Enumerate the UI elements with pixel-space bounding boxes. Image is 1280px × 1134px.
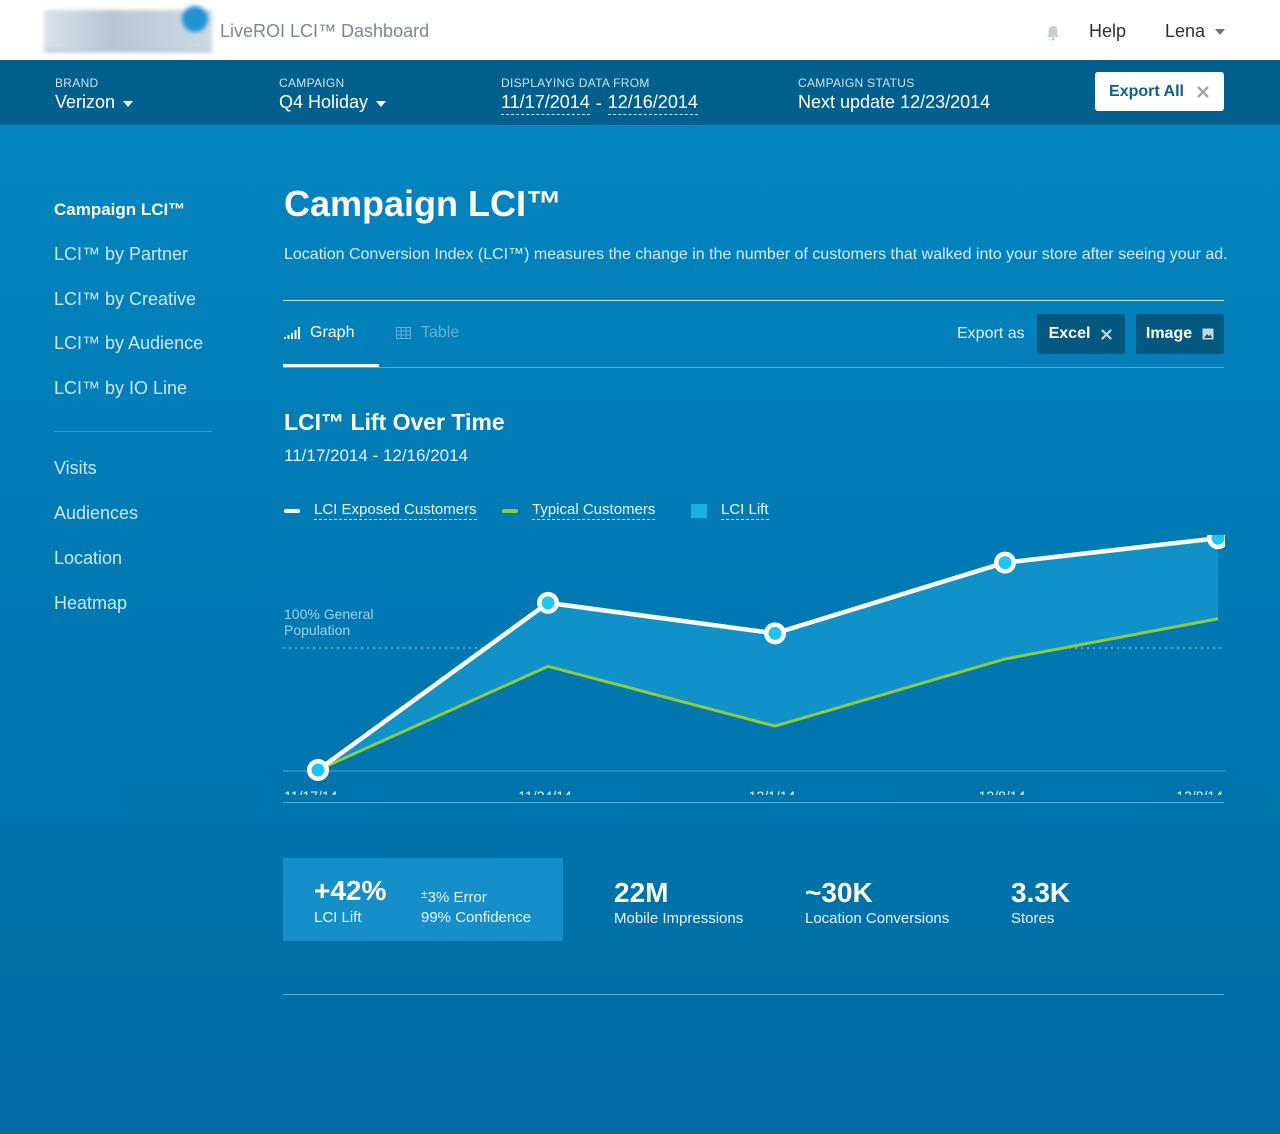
bell-icon[interactable] [1044,24,1062,42]
campaign-status-label: CAMPAIGN STATUS [798,76,915,90]
lift-chart: 100% GeneralPopulation 11/17/14 11/24/14 12… [283,535,1225,795]
lci-lift-stat: +42% LCI Lift ±3% Error 99% Confidence [283,858,563,941]
stores-value: 3.3K [1011,877,1071,908]
data-point [541,596,555,610]
tab-table[interactable]: Table [396,324,459,342]
x-tick-label: 11/24/14 [518,788,572,795]
plus-minus-symbol: ± [421,887,428,901]
export-image-button[interactable]: Image [1136,314,1224,354]
conversions-value: ~30K [805,877,873,908]
sidebar-item-lci-by-io-line[interactable]: LCI™ by IO Line [54,378,187,399]
start-date-picker[interactable]: 11/17/2014 [501,92,590,115]
x-tick-label: 12/1/14 [749,788,796,795]
campaign-value: Q4 Holiday [279,92,369,112]
main-content: Campaign LCI™ LCI™ by Partner LCI™ by Cr… [0,125,1280,1134]
confidence-level: 99% Confidence [421,909,532,926]
sidebar-item-location[interactable]: Location [54,548,122,569]
tab-graph[interactable]: Graph [284,324,354,342]
brand-filter[interactable]: BRAND Verizon [55,76,134,113]
sidebar-item-lci-by-creative[interactable]: LCI™ by Creative [54,289,196,310]
tab-graph-label: Graph [310,324,355,341]
export-all-label: Export All [1109,82,1184,100]
excel-icon [1197,85,1209,98]
conversions-stat: ~30K Location Conversions [805,877,949,927]
legend-item-lift[interactable]: LCI Lift [691,501,769,520]
top-bar: LiveROI LCI™ Dashboard Help Lena [0,0,1280,60]
excel-icon [1101,328,1113,340]
reference-label-line2: Population [284,622,350,638]
data-point [768,626,782,640]
lci-lift-label: LCI Lift [314,909,362,926]
x-tick-label: 12/8/14 [979,788,1026,795]
campaign-label: CAMPAIGN [279,76,345,90]
sidebar-item-campaign-lci[interactable]: Campaign LCI™ [54,200,185,220]
bar-signal-icon [284,327,300,339]
x-tick-label: 11/17/14 [284,788,338,795]
grid-icon [396,327,411,339]
date-range-label: DISPLAYING DATA FROM [501,76,650,90]
legend-swatch-exposed [284,508,300,513]
export-image-label: Image [1145,325,1193,342]
chevron-down-icon [1215,28,1226,35]
data-point [998,556,1012,570]
impressions-stat: 22M Mobile Impressions [614,877,743,927]
data-point [311,763,325,777]
stores-stat: 3.3K Stores [1011,877,1070,927]
export-all-button[interactable]: Export All [1095,72,1224,111]
image-icon [1202,328,1214,340]
impressions-label: Mobile Impressions [614,910,744,927]
brand-value: Verizon [55,92,116,112]
page-title: Campaign LCI™ [284,183,563,224]
stores-label: Stores [1011,910,1055,927]
sidebar-item-heatmap[interactable]: Heatmap [54,593,127,614]
legend-item-typical[interactable]: Typical Customers [502,501,656,520]
sidebar-item-visits[interactable]: Visits [54,458,97,479]
legend-item-exposed[interactable]: LCI Exposed Customers [284,501,477,520]
chart-title: LCI™ Lift Over Time [284,409,505,435]
footer-divider [283,994,1224,995]
sidebar-divider [54,431,212,432]
export-excel-label: Excel [1048,325,1091,342]
chevron-down-icon [376,100,387,107]
lci-lift-value: +42% [314,875,387,906]
app-title: LiveROI LCI™ Dashboard [220,21,430,41]
tab-table-label: Table [421,324,460,341]
end-date-picker[interactable]: 12/16/2014 [607,92,698,115]
legend-label-lift: LCI Lift [721,501,769,520]
user-menu[interactable]: Lena [1165,21,1226,42]
legend-swatch-typical [502,508,518,513]
chart-bottom-divider [283,802,1224,803]
chevron-down-icon [123,100,134,107]
error-margin-value: 3% Error [427,889,487,906]
help-link[interactable]: Help [1089,21,1126,42]
sidebar-item-audiences[interactable]: Audiences [54,503,138,524]
legend-swatch-lift [691,503,707,518]
error-margin: ±3% Error [421,887,487,906]
legend-label-exposed: LCI Exposed Customers [314,501,477,520]
export-as-label: Export as [957,325,1025,342]
company-logo[interactable] [44,6,212,52]
sidebar-item-lci-by-audience[interactable]: LCI™ by Audience [54,333,203,354]
user-name: Lena [1165,21,1206,41]
filter-bar: BRAND Verizon CAMPAIGN Q4 Holiday DISPLA… [0,60,1280,125]
page-description: Location Conversion Index (LCI™) measure… [284,246,1228,263]
section-divider [283,300,1224,301]
date-range-filter: DISPLAYING DATA FROM 11/17/2014 - 12/16/… [501,76,698,115]
tabs-divider [283,367,1224,368]
legend-label-typical: Typical Customers [532,501,656,520]
sidebar-item-lci-by-partner[interactable]: LCI™ by Partner [54,244,188,265]
reference-label-line1: 100% General [284,606,374,622]
campaign-status-value: Next update 12/23/2014 [798,92,991,112]
plot-area: 100% GeneralPopulation 11/17/14 11/24/14 12… [283,535,1225,795]
export-excel-button[interactable]: Excel [1037,314,1125,354]
date-separator: - [595,93,602,113]
x-tick-label: 12/8/14 [1176,788,1223,795]
chart-date-range: 11/17/2014 - 12/16/2014 [284,446,469,465]
campaign-filter[interactable]: CAMPAIGN Q4 Holiday [279,76,387,113]
lift-area [318,538,1218,770]
brand-label: BRAND [55,76,99,90]
impressions-value: 22M [614,877,669,908]
conversions-label: Location Conversions [805,910,950,927]
campaign-status: CAMPAIGN STATUS Next update 12/23/2014 [798,76,990,113]
